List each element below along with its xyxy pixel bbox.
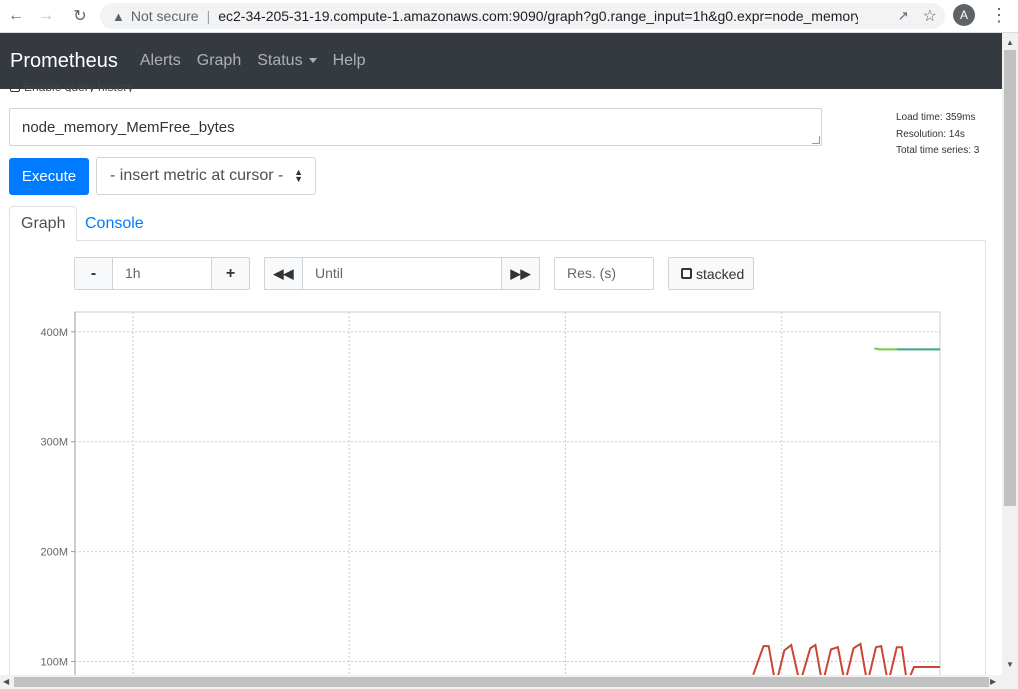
y-tick-label: 400M bbox=[40, 327, 68, 339]
y-tick-label: 300M bbox=[40, 437, 68, 449]
horizontal-scroll-thumb[interactable] bbox=[14, 677, 989, 687]
memory-chart: 400M 300M 200M 100M bbox=[40, 311, 941, 689]
scroll-down-icon[interactable]: ▼ bbox=[1006, 660, 1014, 669]
vertical-scroll-thumb[interactable] bbox=[1004, 50, 1016, 506]
y-tick-label: 100M bbox=[40, 657, 68, 669]
scroll-left-icon[interactable]: ◀ bbox=[3, 677, 9, 686]
scroll-right-icon[interactable]: ▶ bbox=[990, 677, 996, 686]
y-tick-label: 200M bbox=[40, 547, 68, 559]
scroll-up-icon[interactable]: ▲ bbox=[1006, 38, 1014, 47]
plot-frame bbox=[74, 311, 941, 689]
